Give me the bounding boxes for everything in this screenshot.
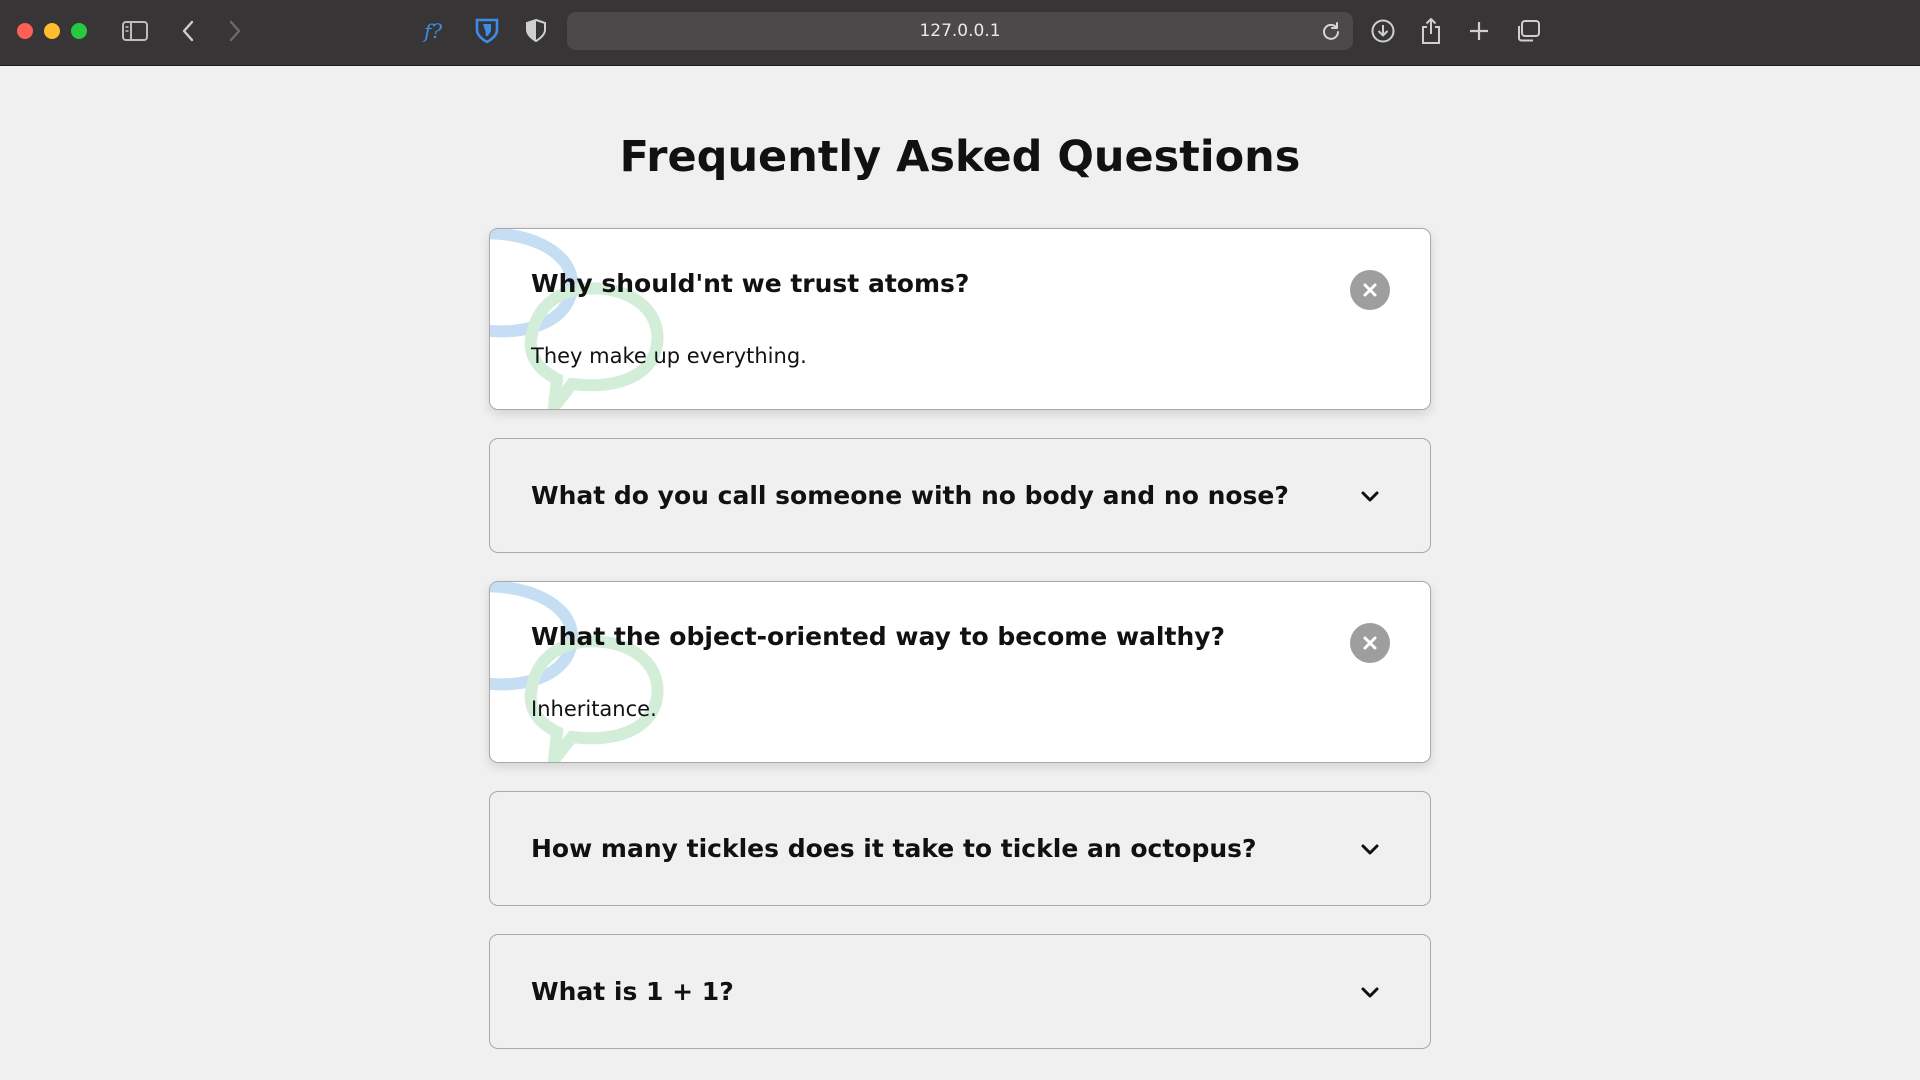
downloads-icon[interactable] [1366,14,1400,48]
faq-question: Why should'nt we trust atoms? [531,269,970,298]
zoom-window-button[interactable] [71,23,87,39]
faq-question: How many tickles does it take to tickle … [531,834,1257,863]
chat-bubbles-icon [490,229,664,409]
faq-answer: Inheritance. [531,697,657,721]
sidebar-toggle-icon[interactable] [118,14,152,48]
address-bar[interactable]: 127.0.0.1 [567,12,1353,50]
url-text: 127.0.0.1 [919,21,1001,41]
faq-question: What the object-oriented way to become w… [531,622,1226,651]
fonts-extension-icon[interactable]: f? [420,14,454,48]
chevron-down-icon[interactable] [1354,838,1386,862]
new-tab-icon[interactable] [1462,14,1496,48]
back-icon[interactable] [171,14,205,48]
faq-item[interactable]: What do you call someone with no body an… [489,438,1431,553]
faq-item[interactable]: What is 1 + 1? [489,934,1431,1049]
faq-item[interactable]: What the object-oriented way to become w… [489,581,1431,763]
faq-item[interactable]: How many tickles does it take to tickle … [489,791,1431,906]
page-title: Frequently Asked Questions [619,132,1301,182]
faq-item[interactable]: Why should'nt we trust atoms? They make … [489,228,1431,410]
forward-icon[interactable] [218,14,252,48]
faq-question: What do you call someone with no body an… [531,481,1289,510]
faq-answer: They make up everything. [531,344,807,368]
tab-overview-icon[interactable] [1511,14,1545,48]
svg-text:f?: f? [422,19,442,43]
minimize-window-button[interactable] [44,23,60,39]
times-circle-icon[interactable] [1350,623,1390,663]
browser-toolbar: f? 127.0.0.1 [0,0,1920,66]
chat-bubbles-icon [490,582,664,762]
chevron-down-icon[interactable] [1354,485,1386,509]
times-circle-icon[interactable] [1350,270,1390,310]
faq-list: Why should'nt we trust atoms? They make … [489,228,1431,1077]
chevron-down-icon[interactable] [1354,981,1386,1005]
share-icon[interactable] [1414,14,1448,48]
privacy-shield-icon[interactable] [519,14,553,48]
bitwarden-shield-icon[interactable] [470,14,504,48]
faq-question: What is 1 + 1? [531,977,734,1006]
close-window-button[interactable] [17,23,33,39]
reload-icon[interactable] [1321,21,1341,45]
